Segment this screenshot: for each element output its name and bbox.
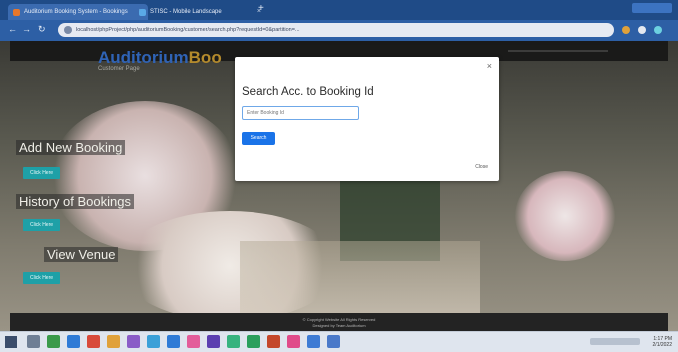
- search-modal: × Search Acc. to Booking Id Search Close: [235, 57, 499, 181]
- url-text[interactable]: localhost/phpProject/php/auditoriumBooki…: [76, 23, 596, 37]
- window-controls[interactable]: [632, 3, 672, 13]
- browser-tab[interactable]: STISC - Mobile Landscape ×: [134, 4, 266, 20]
- app-icon[interactable]: [267, 335, 280, 348]
- booking-history-button[interactable]: Click Here: [23, 219, 60, 231]
- app-icon[interactable]: [327, 335, 340, 348]
- close-icon[interactable]: ×: [487, 61, 492, 71]
- app-icon[interactable]: [287, 335, 300, 348]
- view-venue-heading: View Venue: [44, 247, 119, 262]
- app-icon[interactable]: [247, 335, 260, 348]
- app-icon[interactable]: [227, 335, 240, 348]
- search-icon[interactable]: [27, 335, 40, 348]
- app-icon[interactable]: [307, 335, 320, 348]
- profile-icon[interactable]: [638, 26, 646, 34]
- add-booking-button[interactable]: Click Here: [23, 167, 60, 179]
- file-explorer-icon[interactable]: [107, 335, 120, 348]
- tab-label: STISC - Mobile Landscape: [150, 9, 222, 15]
- windows-start-icon[interactable]: [5, 336, 17, 348]
- search-button[interactable]: Search: [242, 132, 275, 145]
- back-icon[interactable]: ←: [8, 24, 17, 34]
- app-icon[interactable]: [87, 335, 100, 348]
- app-icon[interactable]: [207, 335, 220, 348]
- app-icon[interactable]: [187, 335, 200, 348]
- tab-label: Auditorium Booking System - Bookings: [24, 9, 128, 15]
- browser-icon[interactable]: [67, 335, 80, 348]
- menu-icon[interactable]: [654, 26, 662, 34]
- booking-id-input[interactable]: [242, 106, 359, 120]
- system-tray[interactable]: [590, 338, 640, 345]
- flower-arrangement: [515, 171, 615, 261]
- logo-text-secondary: Boo: [188, 48, 222, 67]
- app-icon[interactable]: [147, 335, 160, 348]
- booking-history-heading: History of Bookings: [16, 194, 134, 209]
- favicon-icon: [13, 9, 20, 16]
- clock-date: 2/1/2022: [652, 342, 672, 348]
- site-logo: AuditoriumBoo: [98, 48, 222, 68]
- close-button[interactable]: Close: [475, 164, 488, 170]
- browser-tab-active[interactable]: Auditorium Booking System - Bookings ×: [8, 4, 148, 20]
- browser-tab-bar: Auditorium Booking System - Bookings × S…: [0, 0, 678, 20]
- extension-icon[interactable]: [622, 26, 630, 34]
- app-icon[interactable]: [127, 335, 140, 348]
- footer-copyright: © Copyright Website All Rights Reserved: [302, 317, 376, 322]
- view-venue-button[interactable]: Click Here: [23, 272, 60, 284]
- nav-links[interactable]: [508, 50, 608, 52]
- site-info-icon[interactable]: [64, 26, 72, 34]
- new-tab-icon[interactable]: +: [258, 3, 264, 14]
- logo-text-primary: Auditorium: [98, 48, 189, 67]
- page-subtitle: Customer Page: [98, 66, 140, 72]
- add-booking-heading: Add New Booking: [16, 140, 126, 155]
- site-footer: © Copyright Website All Rights Reserved …: [10, 313, 668, 331]
- browser-toolbar: ← → ↻ localhost/phpProject/php/auditoriu…: [0, 20, 678, 41]
- reload-icon[interactable]: ↻: [38, 24, 46, 35]
- aisle: [240, 241, 480, 313]
- footer-credit: Designed by Team Auditorium: [312, 323, 366, 328]
- taskbar-clock[interactable]: 1:17 PM 2/1/2022: [653, 336, 672, 348]
- modal-title: Search Acc. to Booking Id: [242, 86, 374, 98]
- os-taskbar: 1:17 PM 2/1/2022: [0, 331, 678, 352]
- favicon-icon: [139, 9, 146, 16]
- address-bar[interactable]: localhost/phpProject/php/auditoriumBooki…: [58, 23, 614, 37]
- task-view-icon[interactable]: [47, 335, 60, 348]
- app-icon[interactable]: [167, 335, 180, 348]
- forward-icon[interactable]: →: [22, 24, 31, 34]
